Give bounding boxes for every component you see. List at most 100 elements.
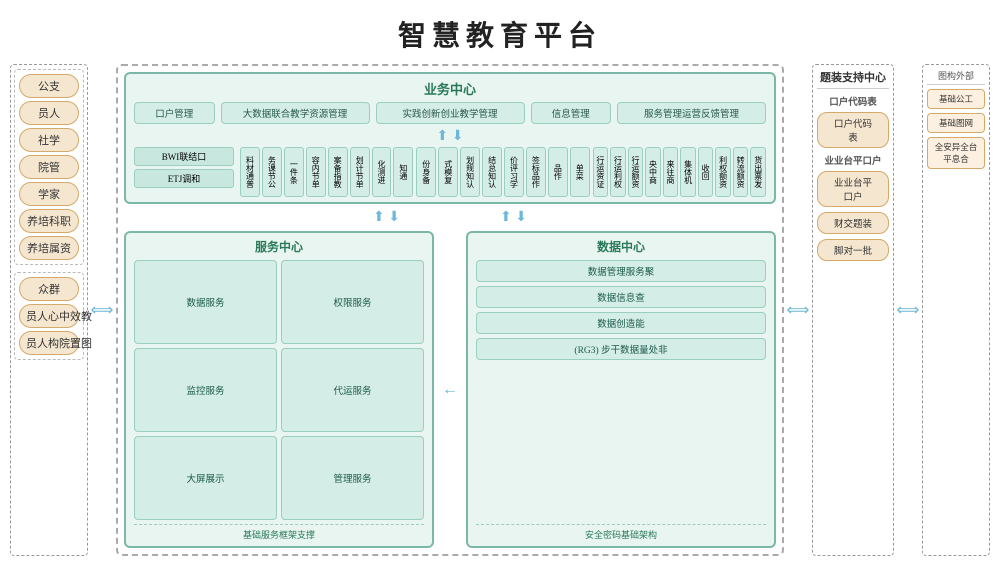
bc-col-3-5: 来往商 [663, 147, 679, 197]
main-layout: 公支 员人 社学 院管 学家 养培科职 养培属资 众群 员人心中效教 员人构院置… [10, 64, 990, 562]
arrow-icon-left: ⟺ [91, 300, 114, 320]
bc-sections-row: 口户管理 大数据联合教学资源管理 实践创新创业教学管理 信息管理 服务管理运营反… [134, 102, 766, 124]
bc-col-1-3: 一件条 [284, 147, 304, 197]
right-col1-section4: 脚对一批 [817, 239, 889, 261]
sc-item-3: 监控服务 [134, 348, 277, 432]
service-center: 服务中心 数据服务 权限服务 监控服务 代运服务 大屏展示 管理服务 基础服务框… [124, 231, 434, 548]
bc-up-arrow: ⬆ ⬇ [134, 128, 766, 145]
dc-item-2: 数据信息查 [476, 286, 766, 308]
bc-bigdata: 大数据联合教学资源管理 [221, 102, 370, 124]
bc-col-2-7: 品作 [548, 147, 568, 197]
bc-col-1-4: 容内节单 [306, 147, 326, 197]
business-center: 业务中心 口户管理 大数据联合教学资源管理 实践创新创业教学管理 信息管理 服务… [124, 72, 776, 204]
data-center: 数据中心 数据管理服务聚 数据信息查 数据创造能 (RG3) 步干数据量处非 安… [466, 231, 776, 548]
sc-item-2: 权限服务 [281, 260, 424, 344]
bc-portal: 口户管理 [134, 102, 215, 124]
right-col1-section2: 业业台平口户 业业台平口户 [817, 153, 889, 207]
service-center-title: 服务中心 [134, 238, 424, 255]
data-bottom-label: 安全密码基础架构 [476, 524, 766, 541]
left-arrow-icon: ← [442, 381, 458, 399]
right-ext-item-3: 全安异全台平息合 [927, 137, 985, 169]
right-col1-section3: 财交题装 [817, 212, 889, 234]
page: 智慧教育平台 公支 员人 社学 院管 学家 养培科职 养培属资 众群 员人心中效… [0, 0, 1000, 562]
bc-col-2-3: 划规知认 [460, 147, 480, 197]
bc-col-3-2: 行运利权 [610, 147, 626, 197]
bc-col-1-6: 划计节单 [350, 147, 370, 197]
bottom-item-2: 员人心中效教 [19, 304, 79, 328]
bc-info: 信息管理 [531, 102, 612, 124]
bc-col-1-5: 案备指教 [328, 147, 348, 197]
right-item-batch: 脚对一批 [817, 239, 889, 261]
bc-col-2-1: 份身备 [416, 147, 436, 197]
center-right-arrow: ⟺ [788, 64, 808, 556]
right-col1-section1: 口户代码表 口户代码表 [817, 94, 889, 148]
sc-item-6: 管理服务 [281, 436, 424, 520]
bottom-item-1: 众群 [19, 277, 79, 301]
user-item-7: 养培属资 [19, 236, 79, 260]
right-ext-item-1: 基础公工 [927, 89, 985, 109]
bc-bottom-row: BWI联结口 ETJ调和 料材通普 务课节公 一件条 容内节单 案备指教 划计节… [134, 147, 766, 197]
right-item-business: 业业台平口户 [817, 171, 889, 207]
sc-item-1: 数据服务 [134, 260, 277, 344]
dc-item-1: 数据管理服务聚 [476, 260, 766, 282]
user-item-3: 社学 [19, 128, 79, 152]
bc-col-group-1: 料材通普 务课节公 一件条 容内节单 案备指教 划计节单 化测进 知通 [240, 147, 413, 197]
bc-col-2-6: 签标品作 [526, 147, 546, 197]
dc-item-3: 数据创造能 [476, 312, 766, 334]
bc-col-3-9: 转流额资 [733, 147, 749, 197]
right-col1-title: 题装支持中心 [817, 69, 889, 89]
right-support-center: 题装支持中心 口户代码表 口户代码表 业业台平口户 业业台平口户 财交题装 脚对… [812, 64, 894, 556]
left-users-box: 公支 员人 社学 院管 学家 养培科职 养培属资 众群 员人心中效教 员人构院置… [10, 64, 88, 556]
bc-col-1-8: 知通 [393, 147, 413, 197]
service-data-arrow: ← [440, 231, 460, 548]
bc-tags: BWI联结口 ETJ调和 [134, 147, 234, 197]
bc-tag-1: BWI联结口 [134, 147, 234, 166]
dc-items-list: 数据管理服务聚 数据信息查 数据创造能 (RG3) 步干数据量处非 [476, 260, 766, 520]
bc-col-1-1: 料材通普 [240, 147, 260, 197]
bc-service: 服务管理运营反馈管理 [617, 102, 766, 124]
user-item-5: 学家 [19, 182, 79, 206]
service-bottom-label: 基础服务框架支撑 [134, 524, 424, 541]
user-item-4: 院管 [19, 155, 79, 179]
bc-col-groups: 料材通普 务课节公 一件条 容内节单 案备指教 划计节单 化测进 知通 份身备 … [240, 147, 766, 197]
right-business-label: 业业台平口户 [817, 153, 889, 167]
user-item-6: 养培科职 [19, 209, 79, 233]
right-item-finance: 财交题装 [817, 212, 889, 234]
user-item-1: 公支 [19, 74, 79, 98]
bc-col-3-3: 行运额资 [628, 147, 644, 197]
bc-tag-2: ETJ调和 [134, 169, 234, 188]
bc-col-2-4: 结总知认 [482, 147, 502, 197]
bc-col-1-7: 化测进 [372, 147, 392, 197]
bc-col-2-2: 式模复 [438, 147, 458, 197]
center-area: 业务中心 口户管理 大数据联合教学资源管理 实践创新创业教学管理 信息管理 服务… [116, 64, 784, 556]
right-external: 图构外部 基础公工 基础图网 全安异全台平息合 [922, 64, 990, 556]
arrow-right-icon: ⟺ [897, 300, 920, 320]
right-item-portal: 口户代码表 [817, 112, 889, 148]
right-col2-title: 图构外部 [927, 69, 985, 85]
bottom-center-area: 服务中心 数据服务 权限服务 监控服务 代运服务 大屏展示 管理服务 基础服务框… [124, 231, 776, 548]
data-center-title: 数据中心 [476, 238, 766, 255]
dc-item-4: (RG3) 步干数据量处非 [476, 338, 766, 360]
bc-col-group-2: 份身备 式模复 划规知认 结总知认 价评习学 签标品作 品作 单菜 [416, 147, 589, 197]
arrow-icon-right: ⟺ [787, 300, 810, 320]
bc-col-3-8: 利权额资 [715, 147, 731, 197]
bc-col-3-7: 收回 [698, 147, 714, 197]
up-down-arrow-1: ⬆ ⬇ [373, 209, 400, 226]
right-col1-col2-arrow: ⟺ [898, 64, 918, 556]
sc-item-4: 代运服务 [281, 348, 424, 432]
bc-col-3-1: 行运资证 [593, 147, 609, 197]
page-title: 智慧教育平台 [398, 14, 602, 54]
left-center-arrow: ⟺ [92, 64, 112, 556]
bc-col-3-10: 货出票发 [750, 147, 766, 197]
center-arrows: ⬆ ⬇ ⬆ ⬇ [124, 209, 776, 226]
bottom-item-3: 员人构院置图 [19, 331, 79, 355]
bc-col-group-3: 行运资证 行运利权 行运额资 央中商 来往商 集体机 收回 利权额资 转流额资 … [593, 147, 766, 197]
bc-col-2-5: 价评习学 [504, 147, 524, 197]
sc-item-5: 大屏展示 [134, 436, 277, 520]
bc-innovation: 实践创新创业教学管理 [376, 102, 525, 124]
user-item-2: 员人 [19, 101, 79, 125]
right-ext-item-2: 基础图网 [927, 113, 985, 133]
bc-col-3-6: 集体机 [680, 147, 696, 197]
bc-col-3-4: 央中商 [645, 147, 661, 197]
bc-col-2-8: 单菜 [570, 147, 590, 197]
